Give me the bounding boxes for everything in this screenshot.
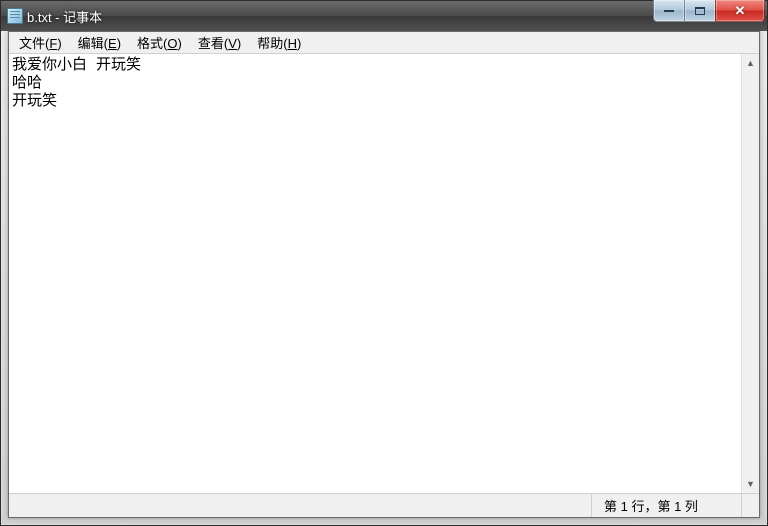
- close-button[interactable]: ✕: [715, 0, 765, 22]
- scroll-down-arrow-icon[interactable]: ▼: [742, 475, 759, 493]
- close-icon: ✕: [735, 3, 746, 19]
- scroll-track[interactable]: [742, 72, 759, 475]
- minimize-icon: [664, 9, 674, 12]
- menu-format-hotkey: O: [167, 36, 177, 51]
- cursor-position: 第 1 行，第 1 列: [591, 494, 741, 517]
- maximize-button[interactable]: [684, 0, 716, 22]
- menu-help[interactable]: 帮助(H): [249, 31, 309, 54]
- menu-format[interactable]: 格式(O): [129, 31, 190, 54]
- menu-view-label: 查看: [198, 36, 224, 51]
- menu-file[interactable]: 文件(F): [11, 31, 70, 54]
- notepad-window: b.txt - 记事本 ✕ 文件(F) 编辑(E) 格式(O): [0, 0, 768, 526]
- window-title: b.txt - 记事本: [27, 7, 654, 26]
- vertical-scrollbar[interactable]: ▲ ▼: [741, 54, 759, 493]
- menu-view-hotkey: V: [228, 36, 237, 51]
- client-area: 文件(F) 编辑(E) 格式(O) 查看(V) 帮助(H) 我爱你小白 开玩笑 …: [8, 31, 760, 518]
- menu-edit-hotkey: E: [108, 36, 117, 51]
- maximize-icon: [695, 7, 705, 15]
- titlebar[interactable]: b.txt - 记事本 ✕: [1, 1, 767, 31]
- menu-help-label: 帮助: [257, 36, 283, 51]
- menu-file-hotkey: F: [49, 36, 57, 51]
- editor-wrap: 我爱你小白 开玩笑 哈哈 开玩笑 ▲ ▼: [9, 54, 759, 493]
- minimize-button[interactable]: [653, 0, 685, 22]
- menubar: 文件(F) 编辑(E) 格式(O) 查看(V) 帮助(H): [9, 32, 759, 54]
- menu-edit[interactable]: 编辑(E): [70, 31, 129, 54]
- statusbar: 第 1 行，第 1 列: [9, 493, 759, 517]
- notepad-icon: [7, 8, 23, 24]
- scroll-up-arrow-icon[interactable]: ▲: [742, 54, 759, 72]
- menu-file-label: 文件: [19, 36, 45, 51]
- text-editor[interactable]: 我爱你小白 开玩笑 哈哈 开玩笑: [9, 54, 741, 493]
- menu-help-hotkey: H: [288, 36, 297, 51]
- menu-format-label: 格式: [137, 36, 163, 51]
- window-controls: ✕: [654, 0, 765, 22]
- menu-view[interactable]: 查看(V): [190, 31, 249, 54]
- resize-grip[interactable]: [741, 494, 759, 517]
- menu-edit-label: 编辑: [78, 36, 104, 51]
